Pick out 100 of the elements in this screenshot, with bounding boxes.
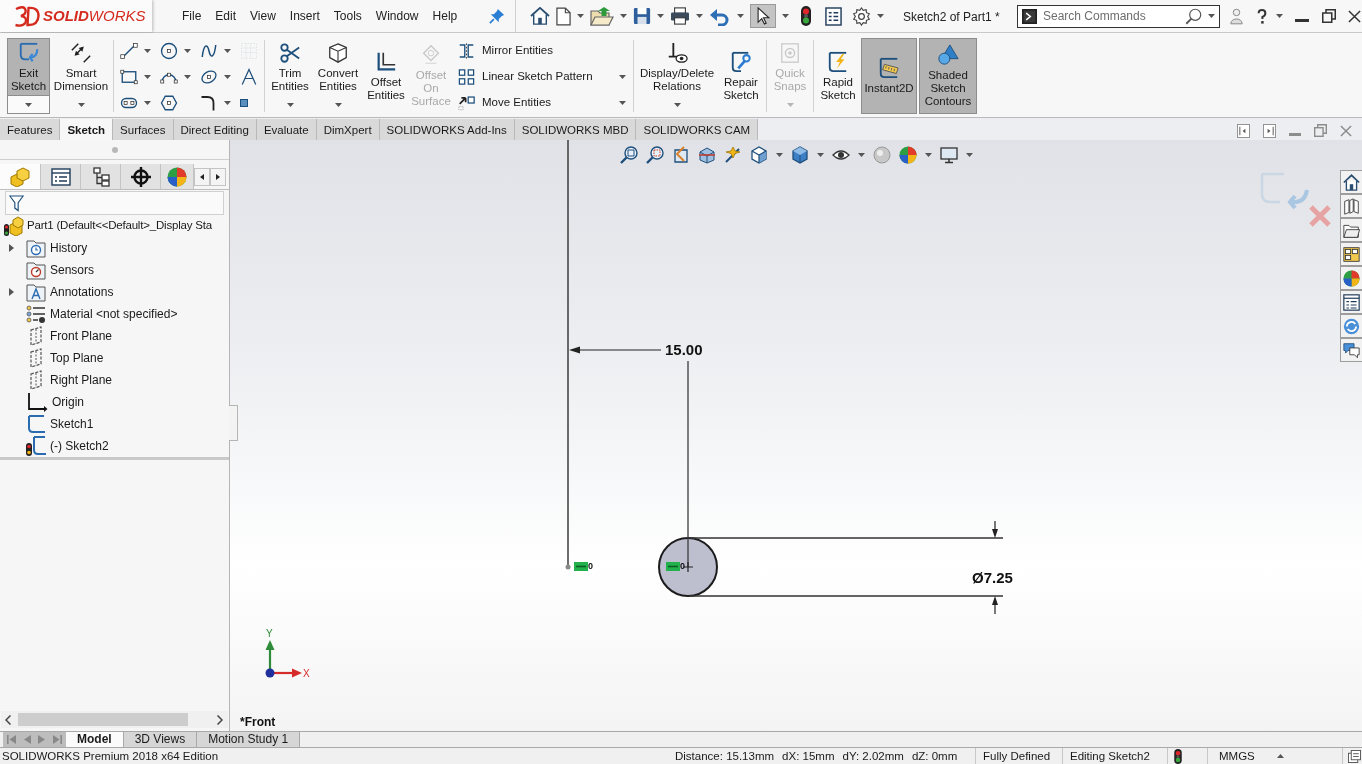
caret-icon[interactable] xyxy=(817,153,824,157)
task-pane-tab[interactable] xyxy=(1340,170,1362,194)
point-tool-icon[interactable] xyxy=(240,99,248,107)
traffic-light-icon[interactable] xyxy=(1174,748,1182,764)
tree-item[interactable]: Origin xyxy=(0,391,229,413)
caret-icon[interactable] xyxy=(1276,14,1283,18)
display-style-icon[interactable] xyxy=(791,146,809,164)
task-pane-tab[interactable] xyxy=(1340,218,1362,242)
caret-up-icon[interactable] xyxy=(1276,754,1284,758)
ribbon-tab[interactable]: Direct Editing xyxy=(173,119,257,140)
caret-icon[interactable] xyxy=(619,101,626,105)
tree-item[interactable]: Sensors xyxy=(0,259,229,281)
ribbon-button[interactable]: Shaded Sketch Contours xyxy=(919,38,977,114)
menu-item[interactable]: Edit xyxy=(208,6,244,26)
horizontal-scrollbar[interactable] xyxy=(1,711,228,728)
tree-item[interactable]: (-) Sketch2 xyxy=(0,435,229,457)
caret-icon[interactable] xyxy=(77,103,85,107)
select-button[interactable] xyxy=(750,4,776,28)
caret-icon[interactable] xyxy=(737,14,744,18)
expand-arrow-icon[interactable] xyxy=(9,244,14,252)
search-field[interactable]: Search Commands xyxy=(1043,6,1179,26)
menu-item[interactable]: Insert xyxy=(282,6,327,26)
caret-icon[interactable] xyxy=(334,103,342,107)
caret-icon[interactable] xyxy=(184,49,191,53)
caret-icon[interactable] xyxy=(224,49,231,53)
polygon-tool-icon[interactable] xyxy=(160,94,178,112)
ribbon-button[interactable]: Convert Entities xyxy=(314,38,362,96)
caret-icon[interactable] xyxy=(286,103,294,107)
menu-item[interactable]: View xyxy=(243,6,283,26)
ribbon-tab[interactable]: DimXpert xyxy=(316,119,380,140)
ribbon-button[interactable]: Move Entities xyxy=(458,90,630,116)
previous-view-icon[interactable] xyxy=(672,146,690,164)
caret-icon[interactable] xyxy=(858,153,865,157)
view-cube-icon[interactable] xyxy=(750,146,768,164)
caret-icon[interactable] xyxy=(184,75,191,79)
open-folder-icon[interactable] xyxy=(590,6,614,26)
bottom-tab[interactable]: 3D Views xyxy=(123,732,198,747)
ribbon-tab[interactable]: SOLIDWORKS Add-Ins xyxy=(379,119,515,140)
task-pane-tab[interactable] xyxy=(1340,242,1362,266)
task-pane-tab[interactable] xyxy=(1340,266,1362,290)
undo-icon[interactable] xyxy=(709,6,731,26)
units-label[interactable]: MMGS xyxy=(1219,748,1255,764)
restore-icon[interactable] xyxy=(1322,9,1336,23)
ribbon-tab[interactable]: Features xyxy=(0,119,61,140)
task-pane-tab[interactable] xyxy=(1340,290,1362,314)
menu-item[interactable]: Window xyxy=(368,6,426,26)
spline-tool-icon[interactable] xyxy=(200,42,218,60)
scrollbar-thumb[interactable] xyxy=(18,713,188,726)
caret-icon[interactable] xyxy=(577,14,584,18)
monitor-icon[interactable] xyxy=(940,146,958,164)
caret-icon[interactable] xyxy=(224,101,231,105)
search-box[interactable]: Search Commands xyxy=(1017,4,1220,28)
star-wand-icon[interactable] xyxy=(724,146,742,164)
caret-icon[interactable] xyxy=(144,101,151,105)
zoom-area-icon[interactable] xyxy=(646,146,664,164)
caret-icon[interactable] xyxy=(966,153,973,157)
task-pane-tab[interactable] xyxy=(1340,194,1362,218)
ribbon-tab[interactable]: Evaluate xyxy=(256,119,317,140)
caret-icon[interactable] xyxy=(619,75,626,79)
menu-item[interactable]: Tools xyxy=(326,6,369,26)
caret-icon[interactable] xyxy=(25,102,32,107)
text-tool-icon[interactable] xyxy=(240,68,258,86)
ribbon-button[interactable]: Mirror Entities xyxy=(458,38,630,64)
save-icon[interactable] xyxy=(633,7,651,25)
dock-right-icon[interactable] xyxy=(1263,123,1276,138)
ribbon-button[interactable]: Trim Entities xyxy=(268,38,312,96)
tree-item[interactable]: History xyxy=(0,237,229,259)
scene-sphere-icon[interactable] xyxy=(899,146,917,164)
caret-icon[interactable] xyxy=(925,153,932,157)
bottom-tab[interactable]: Motion Study 1 xyxy=(197,732,301,747)
minimize-icon[interactable] xyxy=(1295,18,1309,22)
caret-icon[interactable] xyxy=(620,14,627,18)
tree-item[interactable]: Annotations xyxy=(0,281,229,303)
section-view-icon[interactable] xyxy=(698,146,716,164)
ribbon-button[interactable]: Linear Sketch Pattern xyxy=(458,64,630,90)
settings-icon[interactable] xyxy=(852,6,871,26)
caret-icon[interactable] xyxy=(144,75,151,79)
expand-arrow-icon[interactable] xyxy=(9,288,14,296)
search-icon[interactable] xyxy=(1185,7,1202,25)
help-icon[interactable] xyxy=(1257,8,1267,24)
ribbon-tab[interactable]: SOLIDWORKS MBD xyxy=(514,119,637,140)
ellipse-tool-icon[interactable] xyxy=(200,68,218,86)
user-icon[interactable] xyxy=(1230,7,1243,25)
caret-icon[interactable] xyxy=(657,14,664,18)
panel-tab[interactable] xyxy=(121,164,161,189)
caret-icon[interactable] xyxy=(776,153,783,157)
ribbon-button[interactable]: Instant2D xyxy=(861,38,917,114)
caret-icon[interactable] xyxy=(673,103,681,107)
ribbon-button[interactable]: Display/Delete Relations xyxy=(637,38,717,96)
close-icon[interactable] xyxy=(1348,9,1361,23)
notes-icon[interactable] xyxy=(1348,749,1361,763)
ribbon-tab[interactable]: Sketch xyxy=(60,119,114,140)
ribbon-button[interactable]: Repair Sketch xyxy=(719,38,763,114)
scroll-left-icon[interactable] xyxy=(5,714,11,725)
menu-item[interactable]: File xyxy=(175,6,209,26)
zoom-to-fit-icon[interactable] xyxy=(620,146,638,164)
ribbon-button[interactable]: Rapid Sketch xyxy=(817,38,859,114)
home-icon[interactable] xyxy=(530,7,550,25)
pin-icon[interactable] xyxy=(489,8,505,24)
bottom-tab[interactable]: Model xyxy=(66,732,124,747)
